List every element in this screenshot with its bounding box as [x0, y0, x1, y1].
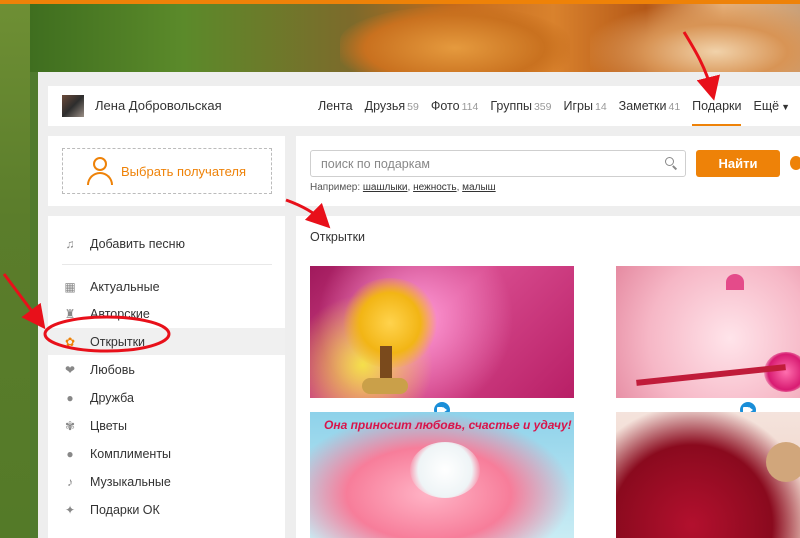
nav-groups[interactable]: Группы 359: [490, 86, 551, 126]
chevron-down-icon: ▼: [781, 102, 790, 112]
games-count: 14: [594, 101, 607, 113]
hearts-pearls-card[interactable]: [616, 266, 800, 398]
menu-add-song[interactable]: ♫ Добавить песню: [48, 230, 285, 257]
search-field[interactable]: [310, 150, 686, 177]
search-input[interactable]: [311, 151, 651, 176]
dove-heart-card[interactable]: Она приносит любовь, счастье и удачу!: [310, 412, 574, 538]
money-tree-card[interactable]: [310, 266, 574, 398]
notes-count: 41: [668, 101, 681, 113]
gifts-main: Найти Например: шашлыки, нежность, малыш…: [296, 136, 800, 538]
roses-bear-card[interactable]: [616, 412, 800, 538]
gift-categories-menu: ♫ Добавить песню ▦ Актуальные ♜ Авторские ✿…: [48, 216, 285, 538]
menu-flowers[interactable]: ✾ Цветы: [48, 412, 285, 439]
choose-recipient-label: Выбрать получателя: [121, 163, 246, 179]
ok-icon: ✦: [64, 502, 76, 517]
nav-more[interactable]: Ещё ▼: [753, 86, 790, 126]
section-title: Открытки: [310, 230, 366, 244]
example-link[interactable]: малыш: [462, 182, 495, 193]
groups-count: 359: [533, 101, 552, 113]
menu-authors[interactable]: ♜ Авторские: [48, 300, 285, 327]
gift-search-panel: Найти Например: шашлыки, нежность, малыш: [296, 136, 800, 206]
postcards-section: Открытки Она приносит любовь, счастье и …: [296, 216, 800, 538]
people-icon: ●: [66, 390, 74, 405]
author-icon: ♜: [64, 306, 76, 321]
gift-icon[interactable]: [790, 156, 800, 170]
flower-icon: ✾: [64, 418, 76, 433]
choose-recipient-button[interactable]: Выбрать получателя: [62, 148, 272, 194]
nav-friends[interactable]: Друзья 59: [365, 86, 419, 126]
profile-cover-banner: [30, 4, 800, 76]
card-caption: Она приносит любовь, счастье и удачу!: [324, 418, 572, 432]
nav-photos[interactable]: Фото 114: [431, 86, 478, 126]
background-left: [0, 4, 30, 538]
menu-musical[interactable]: ♪ Музыкальные: [48, 468, 285, 495]
cat-image-left: [340, 6, 570, 76]
find-button[interactable]: Найти: [696, 150, 780, 177]
menu-actual[interactable]: ▦ Актуальные: [48, 273, 285, 300]
menu-friendship[interactable]: ● Дружба: [48, 384, 285, 411]
nav-games[interactable]: Игры 14: [564, 86, 607, 126]
menu-love[interactable]: ❤ Любовь: [48, 356, 285, 383]
nav-lenta[interactable]: Лента: [318, 86, 353, 126]
page-content: Лена Добровольская Лента Друзья 59 Фото 11…: [38, 72, 800, 538]
nav-gifts[interactable]: Подарки: [692, 86, 742, 126]
photos-count: 114: [461, 101, 479, 113]
user-name[interactable]: Лена Добровольская: [95, 98, 222, 113]
grid-icon: ▦: [64, 279, 76, 294]
card-icon: ✿: [64, 334, 76, 349]
menu-postcards[interactable]: ✿ Открытки: [48, 328, 285, 355]
friends-count: 59: [407, 101, 419, 113]
menu-divider: [62, 264, 272, 265]
profile-nav-links: Лента Друзья 59 Фото 114 Группы 359 Игры 14 …: [318, 86, 800, 126]
avatar[interactable]: [62, 95, 84, 117]
profile-topnav: Лена Добровольская Лента Друзья 59 Фото 11…: [48, 86, 800, 126]
gifts-sidebar: Выбрать получателя ♫ Добавить песню ▦ Акту…: [48, 136, 285, 538]
nav-notes[interactable]: Заметки 41: [619, 86, 681, 126]
speech-bubble-icon: ●: [66, 446, 74, 461]
person-icon: [87, 156, 113, 186]
example-link[interactable]: шашлыки: [363, 182, 408, 193]
recipient-panel: Выбрать получателя: [48, 136, 285, 206]
hearts-icon: ❤: [64, 362, 76, 377]
search-examples: Например: шашлыки, нежность, малыш: [310, 182, 496, 193]
menu-gifts-ok[interactable]: ✦ Подарки ОК: [48, 496, 285, 523]
music-note-icon: ♫: [65, 236, 75, 251]
search-icon[interactable]: [665, 157, 678, 170]
example-link[interactable]: нежность: [413, 182, 457, 193]
cat-image-right: [590, 4, 800, 72]
menu-compliments[interactable]: ● Комплименты: [48, 440, 285, 467]
music-note-icon: ♪: [67, 474, 73, 489]
